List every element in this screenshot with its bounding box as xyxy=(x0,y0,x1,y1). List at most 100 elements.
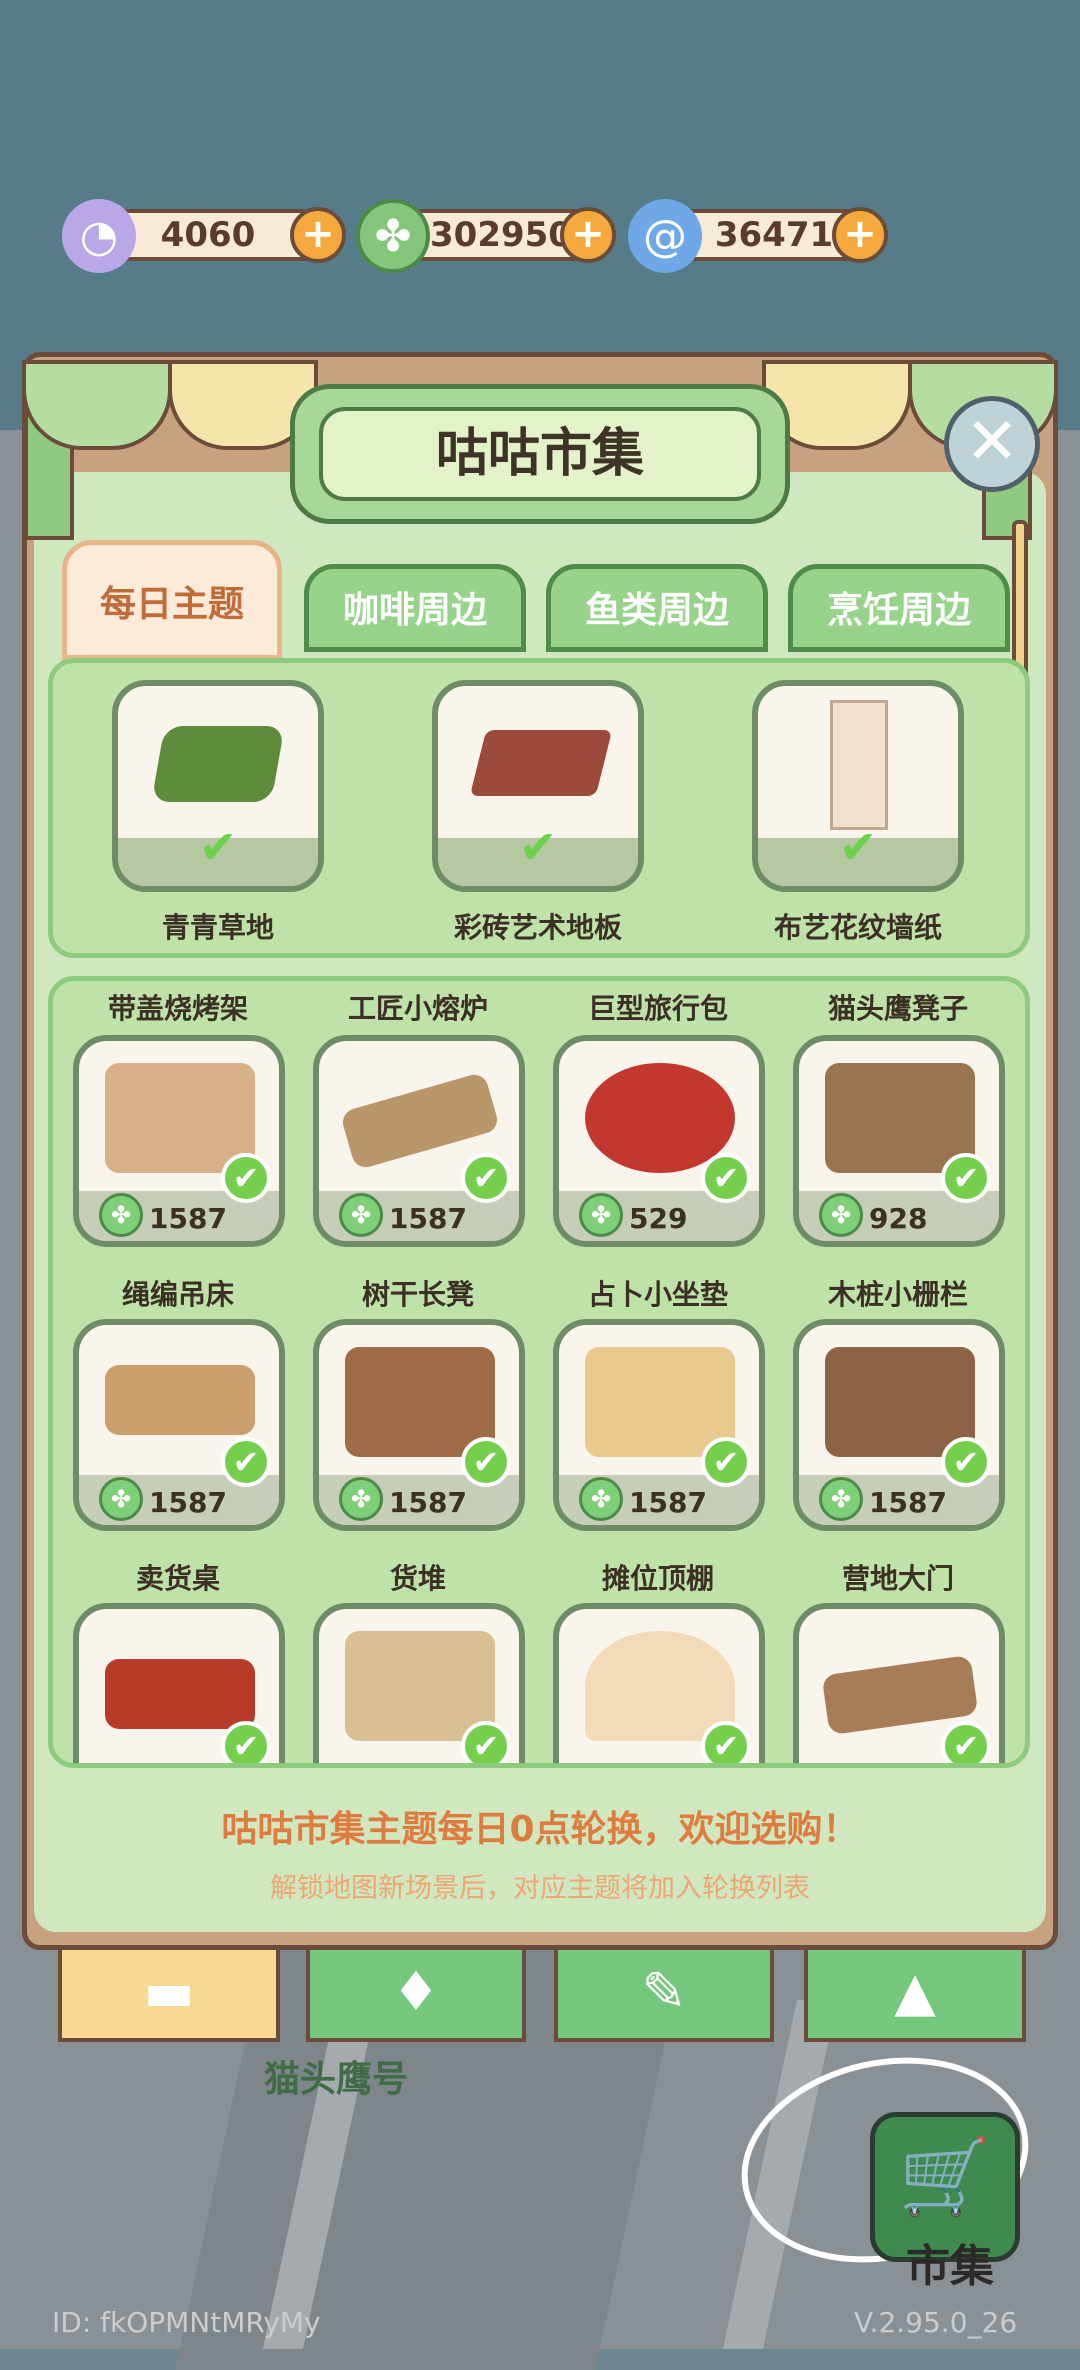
item-price: 529 xyxy=(629,1202,688,1235)
market-label: 市集 xyxy=(906,2241,994,2292)
owned-check-icon: ✔ xyxy=(941,1437,991,1487)
item-price: 1587 xyxy=(389,1202,467,1235)
owned-check-icon: ✔ xyxy=(221,1437,271,1487)
item-card[interactable]: ✤ 529 ✔ xyxy=(553,1035,765,1247)
tab-fish[interactable]: 鱼类周边 xyxy=(546,564,768,652)
add-clover-button[interactable]: + xyxy=(560,207,616,263)
item-card[interactable]: ✤ 1587 ✔ xyxy=(73,1319,285,1531)
item-price: 1587 xyxy=(629,1486,707,1519)
item-card[interactable]: ✔ xyxy=(793,1603,1005,1763)
player-id: ID: fkOPMNtMRyMy xyxy=(52,2306,321,2339)
theme-card-wallpaper[interactable]: ✔ xyxy=(752,680,964,892)
clover-coin-icon: ✤ xyxy=(356,199,430,273)
dock-tab-clothing[interactable]: ♦ xyxy=(306,1950,526,2042)
close-button[interactable]: ✕ xyxy=(944,396,1040,492)
owned-check-icon: ✔ xyxy=(461,1437,511,1487)
item-price: 928 xyxy=(869,1202,928,1235)
owned-check-icon: ✔ xyxy=(838,820,878,874)
item-card[interactable]: ✔ xyxy=(313,1603,525,1763)
owned-check-icon: ✔ xyxy=(518,820,558,874)
clover-coin-icon: ✤ xyxy=(99,1193,143,1237)
theme-name: 彩砖艺术地板 xyxy=(453,911,622,944)
item-name: 卖货桌 xyxy=(135,1562,220,1595)
item-card[interactable]: ✤ 1587 ✔ xyxy=(313,1319,525,1531)
owned-check-icon: ✔ xyxy=(941,1721,991,1763)
clover-coin-icon: ✤ xyxy=(579,1477,623,1521)
item-card[interactable]: ✤ 1587 ✔ xyxy=(73,1035,285,1247)
bottle-icon: ▲ xyxy=(894,1960,936,2023)
item-name: 猫头鹰凳子 xyxy=(827,992,968,1025)
owned-check-icon: ✔ xyxy=(701,1437,751,1487)
item-name: 绳编吊床 xyxy=(121,1278,234,1311)
item-price: 1587 xyxy=(149,1486,227,1519)
clover-coin-icon: ✤ xyxy=(579,1193,623,1237)
owned-check-icon: ✔ xyxy=(701,1721,751,1763)
wallpaper-art xyxy=(830,700,888,830)
item-card[interactable]: ✤ 1587 ✔ xyxy=(553,1319,765,1531)
clover-coin-icon: ✤ xyxy=(819,1193,863,1237)
theme-card-floor[interactable]: ✔ xyxy=(432,680,644,892)
currency-swirl: 36471 @ + xyxy=(628,199,898,273)
shell-icon: ◔ xyxy=(62,199,136,273)
dock-tab-items[interactable]: ▲ xyxy=(804,1950,1026,2042)
note-icon: ✎ xyxy=(641,1960,687,2023)
currency-shell-value: 4060 xyxy=(160,215,256,255)
counter-art xyxy=(105,1659,255,1729)
clover-coin-icon: ✤ xyxy=(339,1477,383,1521)
item-card[interactable]: ✔ xyxy=(553,1603,765,1763)
item-name: 营地大门 xyxy=(841,1562,954,1595)
item-name: 摊位顶棚 xyxy=(601,1562,714,1595)
sofa-icon: ▬ xyxy=(143,1960,195,2023)
table-art xyxy=(105,1365,255,1435)
item-name: 带盖烧烤架 xyxy=(107,992,248,1025)
item-name: 木桩小栅栏 xyxy=(827,1278,968,1311)
owned-check-icon: ✔ xyxy=(221,1721,271,1763)
title-plate: 咕咕市集 xyxy=(290,384,790,524)
add-shell-button[interactable]: + xyxy=(290,207,346,263)
item-name: 货堆 xyxy=(389,1562,446,1595)
owned-check-icon: ✔ xyxy=(198,820,238,874)
clover-coin-icon: ✤ xyxy=(819,1477,863,1521)
clover-coin-icon: ✤ xyxy=(99,1477,143,1521)
currency-swirl-value: 36471 xyxy=(714,215,834,255)
floor-tile-art xyxy=(469,730,613,796)
currency-clover-value: 302950 xyxy=(430,215,572,255)
items-grid: 带盖烧烤架 工匠小熔炉 巨型旅行包 猫头鹰凳子 ✤ 1587 ✔ ✤ 1587 … xyxy=(48,976,1030,1768)
grass-tile-art xyxy=(151,726,285,802)
owned-check-icon: ✔ xyxy=(941,1153,991,1203)
panel-title: 咕咕市集 xyxy=(319,407,761,501)
ship-label: 猫头鹰号 xyxy=(264,2059,409,2100)
item-card[interactable]: ✔ xyxy=(73,1603,285,1763)
tab-cooking[interactable]: 烹饪周边 xyxy=(788,564,1010,652)
rotation-subnotice: 解锁地图新场景后，对应主题将加入轮换列表 xyxy=(270,1873,810,1904)
item-name: 巨型旅行包 xyxy=(587,992,728,1025)
owned-check-icon: ✔ xyxy=(461,1721,511,1763)
item-card[interactable]: ✤ 928 ✔ xyxy=(793,1035,1005,1247)
clover-coin-icon: ✤ xyxy=(339,1193,383,1237)
tab-coffee[interactable]: 咖啡周边 xyxy=(304,564,526,652)
item-price: 1587 xyxy=(869,1486,947,1519)
shirt-icon: ♦ xyxy=(391,1960,441,2023)
theme-card-grass[interactable]: ✔ xyxy=(112,680,324,892)
cart-icon: 🛒 xyxy=(898,2134,992,2220)
theme-name: 青青草地 xyxy=(161,911,274,944)
owned-check-icon: ✔ xyxy=(461,1153,511,1203)
owned-check-icon: ✔ xyxy=(701,1153,751,1203)
item-price: 1587 xyxy=(389,1486,467,1519)
swirl-icon: @ xyxy=(628,199,702,273)
item-card[interactable]: ✤ 1587 ✔ xyxy=(313,1035,525,1247)
currency-clover: 302950 ✤ + xyxy=(356,199,626,273)
item-name: 占卜小坐垫 xyxy=(587,1278,728,1311)
tab-daily-theme[interactable]: 每日主题 xyxy=(62,540,282,660)
item-price: 1587 xyxy=(149,1202,227,1235)
currency-shell: 4060 ◔ + xyxy=(62,199,352,273)
dock-tab-notes[interactable]: ✎ xyxy=(554,1950,774,2042)
add-swirl-button[interactable]: + xyxy=(832,207,888,263)
theme-name: 布艺花纹墙纸 xyxy=(773,911,942,944)
dock-tab-furniture[interactable]: ▬ xyxy=(58,1950,280,2042)
version-text: V.2.95.0_26 xyxy=(854,2306,1018,2339)
owned-check-icon: ✔ xyxy=(221,1153,271,1203)
rotation-notice: 咕咕市集主题每日0点轮换，欢迎选购！ xyxy=(221,1809,859,1850)
item-card[interactable]: ✤ 1587 ✔ xyxy=(793,1319,1005,1531)
item-name: 工匠小熔炉 xyxy=(347,992,488,1025)
